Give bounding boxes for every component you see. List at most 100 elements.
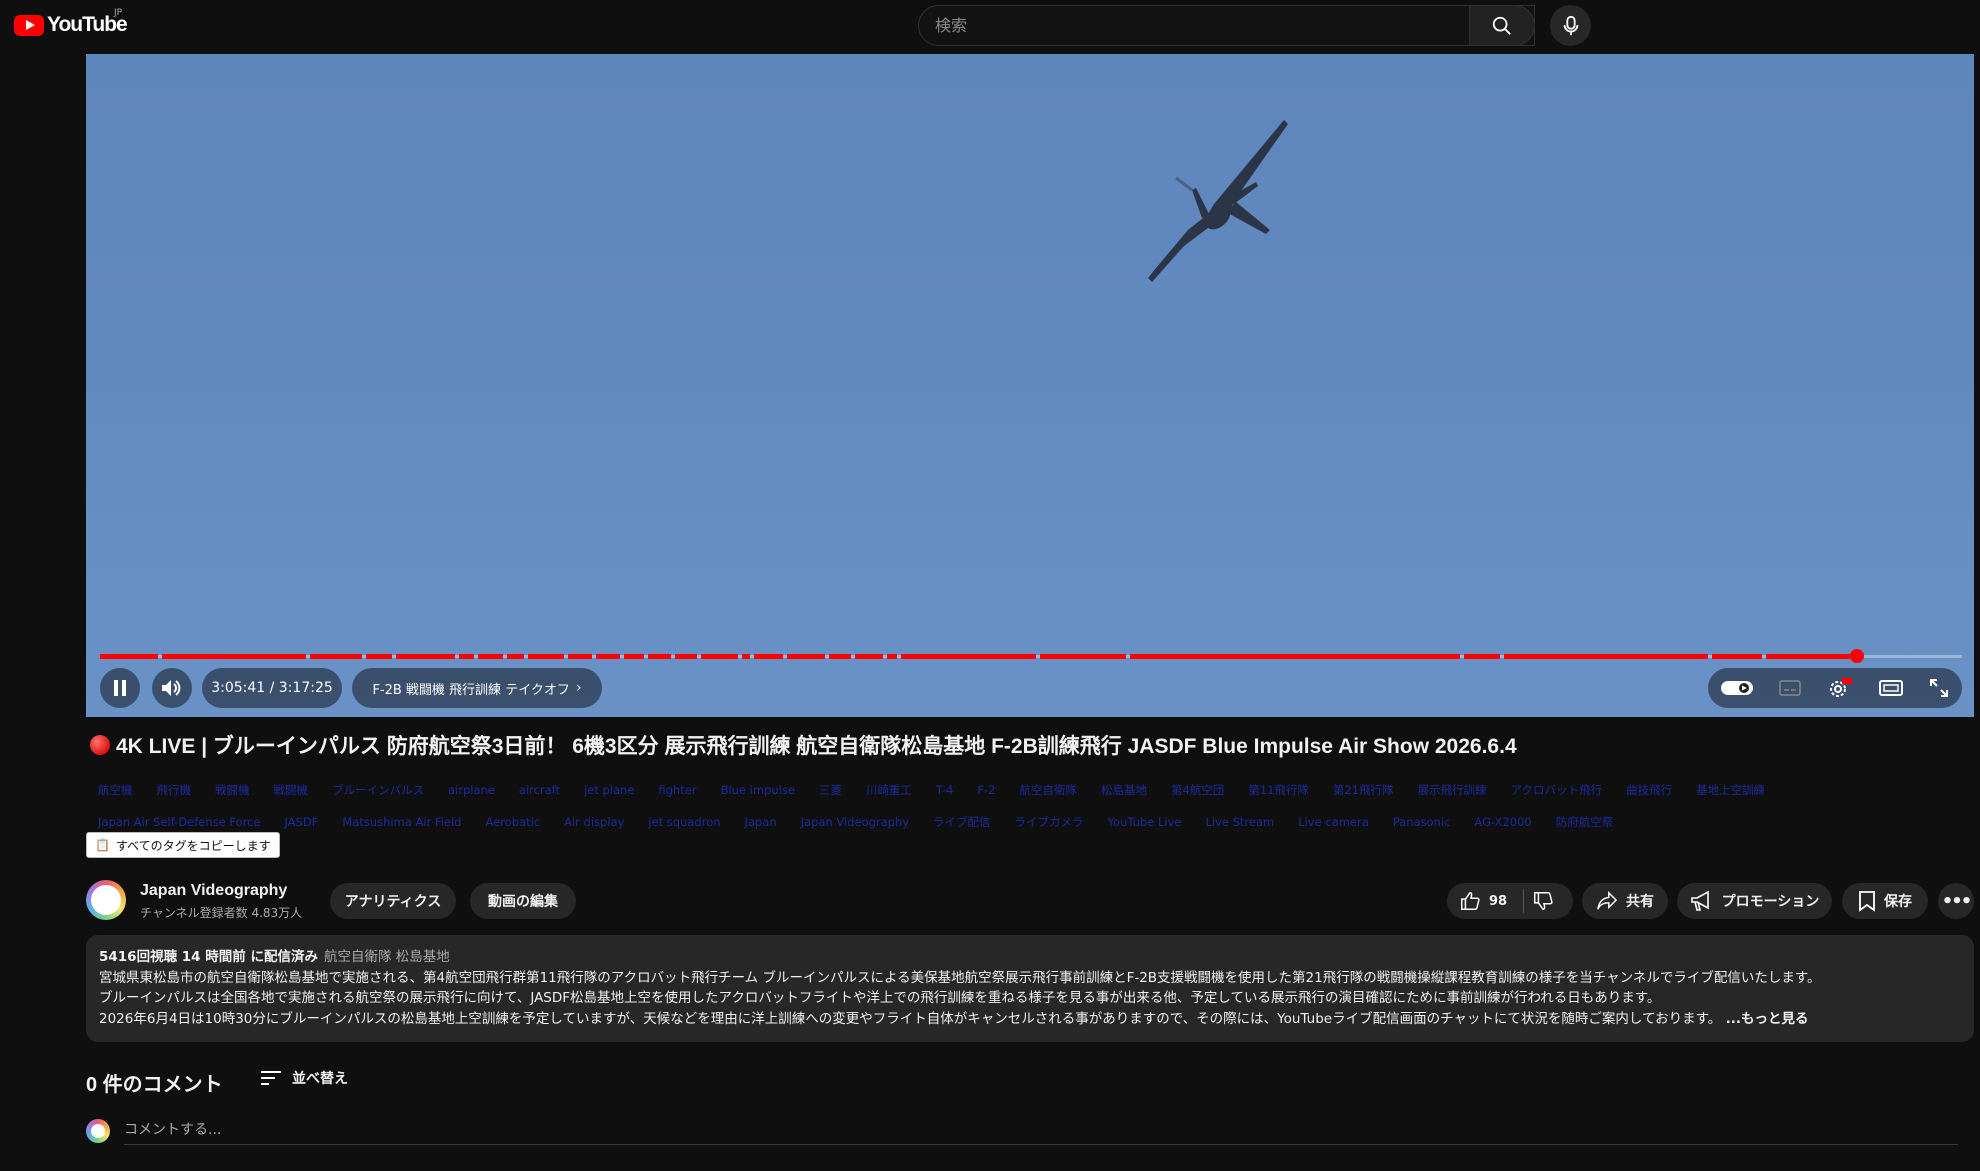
tag-item[interactable]: fighter — [658, 783, 696, 797]
tag-item[interactable]: YouTube Live — [1108, 815, 1182, 829]
tag-item[interactable]: 川崎重工 — [866, 783, 912, 797]
tag-item[interactable]: Japan Air Self-Defense Force — [98, 815, 261, 829]
tag-item[interactable]: F-2 — [977, 783, 995, 797]
tags-row-1: 航空機 飛行機 戦闘機 戦闘機 ブルーインパルス airplane aircraft jet … — [98, 774, 1968, 806]
analytics-button[interactable]: アナリティクス — [330, 883, 456, 919]
tag-item[interactable]: Japan Videography — [801, 815, 909, 829]
tag-item[interactable]: 曲技飛行 — [1626, 783, 1672, 797]
progress-knob[interactable] — [1850, 649, 1864, 663]
tag-item[interactable]: airplane — [448, 783, 495, 797]
tag-item[interactable]: 第4航空団 — [1171, 783, 1224, 797]
channel-name[interactable]: Japan Videography — [140, 882, 287, 900]
progress-segment — [754, 654, 783, 659]
description-box[interactable]: 5416回視聴 14 時間前 に配信済み 航空自衛隊 松島基地 宮城県東松島市の航… — [86, 935, 1974, 1042]
tag-item[interactable]: Live Stream — [1205, 815, 1274, 829]
show-more-link[interactable]: ...もっと見る — [1726, 1011, 1809, 1027]
tag-item[interactable]: ライブカメラ — [1015, 815, 1084, 829]
search-input[interactable] — [935, 16, 1518, 35]
theater-mode-icon[interactable] — [1879, 679, 1903, 697]
tag-item[interactable]: ライブ配信 — [933, 815, 991, 829]
tag-item[interactable]: ブルーインパルス — [332, 783, 424, 797]
voice-search-button[interactable] — [1550, 5, 1591, 46]
tag-item[interactable]: Blue impulse — [721, 783, 795, 797]
right-controls — [1708, 668, 1962, 708]
thumbs-down-icon[interactable] — [1532, 890, 1554, 912]
save-button[interactable]: 保存 — [1842, 883, 1928, 919]
time-display: 3:05:41 / 3:17:25 — [202, 668, 342, 708]
progress-segment — [855, 654, 883, 659]
share-label: 共有 — [1626, 894, 1654, 910]
tag-item[interactable]: 第21飛行隊 — [1333, 783, 1394, 797]
sort-icon — [261, 1071, 281, 1085]
progress-segment — [1040, 654, 1126, 659]
progress-segment — [829, 654, 851, 659]
tag-item[interactable]: アクロバット飛行 — [1511, 783, 1602, 797]
progress-segment — [901, 654, 1036, 659]
settings-gear-icon[interactable] — [1827, 677, 1853, 699]
search-button[interactable] — [1469, 5, 1535, 46]
tag-item[interactable]: Air display — [564, 815, 624, 829]
progress-segment — [396, 654, 455, 659]
thumbs-up-icon[interactable] — [1459, 890, 1481, 912]
like-divider — [1523, 889, 1525, 913]
pause-button[interactable] — [100, 668, 140, 708]
progress-segment — [366, 654, 392, 659]
tag-item[interactable]: jet squadron — [648, 815, 720, 829]
like-count: 98 — [1489, 893, 1508, 909]
description-meta: 5416回視聴 14 時間前 に配信済み 航空自衛隊 松島基地 — [99, 947, 1961, 968]
progress-segment — [528, 654, 564, 659]
chapter-button[interactable]: F-2B 戦闘機 飛行訓練 テイクオフ › — [352, 668, 602, 708]
subscriber-count: チャンネル登録者数 4.83万人 — [140, 906, 303, 920]
channel-avatar[interactable] — [86, 880, 126, 920]
description-line-1: 宮城県東松島市の航空自衛隊松島基地で実施される、第4航空団飛行群第11飛行隊のア… — [99, 969, 1821, 986]
volume-button[interactable] — [152, 668, 192, 708]
video-player[interactable] — [86, 54, 1974, 717]
promote-button[interactable]: プロモーション — [1677, 883, 1832, 919]
sort-label: 並べ替え — [292, 1071, 348, 1087]
description-hashtags[interactable]: 航空自衛隊 松島基地 — [324, 949, 450, 965]
progress-segment — [507, 654, 524, 659]
tag-item[interactable]: jet plane — [584, 783, 634, 797]
tag-item[interactable]: T-4 — [936, 783, 953, 797]
progress-segment — [887, 654, 897, 659]
search-icon — [1492, 16, 1511, 35]
tag-item[interactable]: Japan — [745, 815, 777, 829]
tag-item[interactable]: JASDF — [285, 815, 319, 829]
subtitles-icon[interactable] — [1779, 679, 1801, 697]
pause-icon — [114, 680, 126, 696]
tag-item[interactable]: Panasonic — [1393, 815, 1451, 829]
tag-item[interactable]: Live camera — [1298, 815, 1369, 829]
sort-button[interactable]: 並べ替え — [260, 1068, 348, 1088]
tag-item[interactable]: 防府航空祭 — [1556, 815, 1614, 829]
tag-item[interactable]: aircraft — [519, 783, 560, 797]
share-button[interactable]: 共有 — [1582, 883, 1668, 919]
progress-segment — [701, 654, 738, 659]
progress-segment — [742, 654, 750, 659]
tag-item[interactable]: 飛行機 — [157, 783, 192, 797]
microphone-icon — [1563, 15, 1578, 35]
edit-video-button[interactable]: 動画の編集 — [470, 883, 576, 919]
tag-item[interactable]: 松島基地 — [1101, 783, 1147, 797]
tag-item[interactable]: 航空自衛隊 — [1019, 783, 1077, 797]
tag-item[interactable]: 三菱 — [819, 783, 842, 797]
tag-item[interactable]: AG-X2000 — [1474, 815, 1531, 829]
tag-item[interactable]: 航空機 — [98, 783, 133, 797]
fullscreen-icon[interactable] — [1929, 678, 1949, 698]
comment-input[interactable] — [124, 1118, 1958, 1145]
tag-item[interactable]: 基地上空訓練 — [1696, 783, 1765, 797]
tag-item[interactable]: 展示飛行訓練 — [1418, 783, 1487, 797]
user-avatar — [86, 1119, 110, 1143]
progress-bar[interactable] — [100, 649, 1962, 663]
more-actions-button[interactable]: ••• — [1938, 883, 1974, 919]
copy-tags-button[interactable]: 📋 すべてのタグをコピーします — [86, 832, 280, 858]
autoplay-toggle-icon[interactable] — [1721, 680, 1753, 696]
share-icon — [1597, 891, 1618, 910]
progress-segment — [310, 654, 362, 659]
youtube-logo[interactable]: YouTube JP — [14, 8, 128, 37]
tag-item[interactable]: 戦闘機 — [215, 783, 250, 797]
tag-item[interactable]: Aerobatic — [485, 815, 540, 829]
tag-item[interactable]: 第11飛行隊 — [1248, 783, 1309, 797]
progress-segment — [478, 654, 503, 659]
tag-item[interactable]: Matsushima Air Field — [342, 815, 461, 829]
tag-item[interactable]: 戦闘機 — [274, 783, 309, 797]
